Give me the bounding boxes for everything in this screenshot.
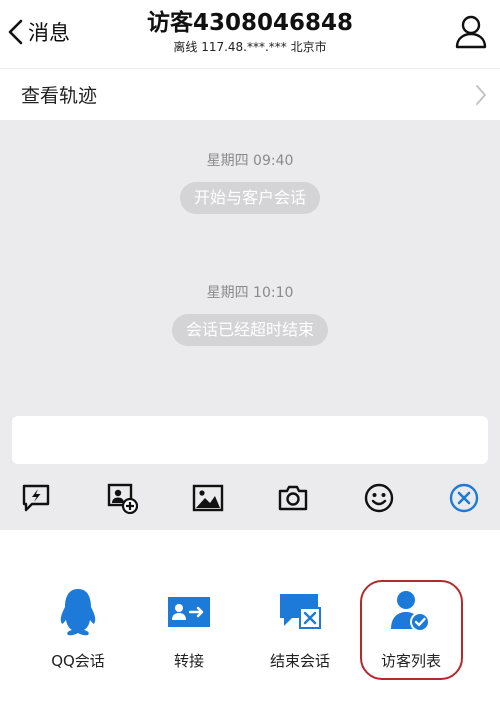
system-message: 会话已经超时结束	[171, 314, 329, 346]
visitor-profile-button[interactable]	[454, 14, 488, 50]
visitor-ip: 117.48.***.***	[201, 40, 287, 54]
chat-area[interactable]: 星期四 09:40 开始与客户会话 星期四 10:10 会话已经超时结束	[0, 120, 500, 410]
visitor-city: 北京市	[290, 40, 327, 54]
user-icon	[455, 15, 487, 49]
send-card-button[interactable]	[104, 480, 140, 516]
system-message: 开始与客户会话	[179, 182, 321, 214]
qq-session-button[interactable]: QQ会话	[28, 586, 128, 671]
page-title: 访客4308046848	[146, 10, 354, 36]
visitor-status: 离线	[173, 40, 198, 54]
action-label: 结束会话	[269, 652, 330, 670]
title-block: 访客4308046848 离线 117.48.***.*** 北京市	[0, 8, 500, 55]
qq-penguin-icon	[60, 589, 96, 636]
card-add-icon	[107, 483, 138, 514]
transfer-icon	[168, 597, 210, 627]
composer-toolbar	[0, 476, 500, 520]
camera-button[interactable]	[275, 480, 311, 516]
action-panel: QQ会话 转接 结束会话 访客列表	[0, 530, 500, 726]
view-track-row[interactable]: 查看轨迹	[0, 68, 500, 120]
transfer-button[interactable]: 转接	[139, 586, 239, 671]
message-timestamp: 星期四 09:40	[206, 153, 294, 169]
close-circle-icon	[449, 483, 479, 513]
end-session-button[interactable]: 结束会话	[250, 586, 350, 671]
chevron-right-icon	[476, 85, 486, 105]
send-image-button[interactable]	[190, 480, 226, 516]
quick-reply-icon	[22, 484, 50, 512]
composer	[0, 410, 500, 530]
emoji-button[interactable]	[361, 480, 397, 516]
action-label: 转接	[173, 652, 204, 670]
visitor-info: 离线 117.48.***.*** 北京市	[0, 39, 500, 55]
header: 消息 访客4308046848 离线 117.48.***.*** 北京市	[0, 0, 500, 68]
quick-reply-button[interactable]	[18, 480, 54, 516]
message-input[interactable]	[12, 416, 488, 464]
end-session-icon	[280, 594, 321, 629]
image-icon	[192, 484, 224, 512]
close-panel-button[interactable]	[446, 480, 482, 516]
action-label: QQ会话	[51, 652, 105, 670]
camera-icon	[278, 485, 308, 511]
highlight-annotation	[360, 580, 463, 680]
view-track-label: 查看轨迹	[21, 85, 98, 107]
emoji-icon	[364, 483, 394, 513]
message-timestamp: 星期四 10:10	[206, 285, 294, 301]
